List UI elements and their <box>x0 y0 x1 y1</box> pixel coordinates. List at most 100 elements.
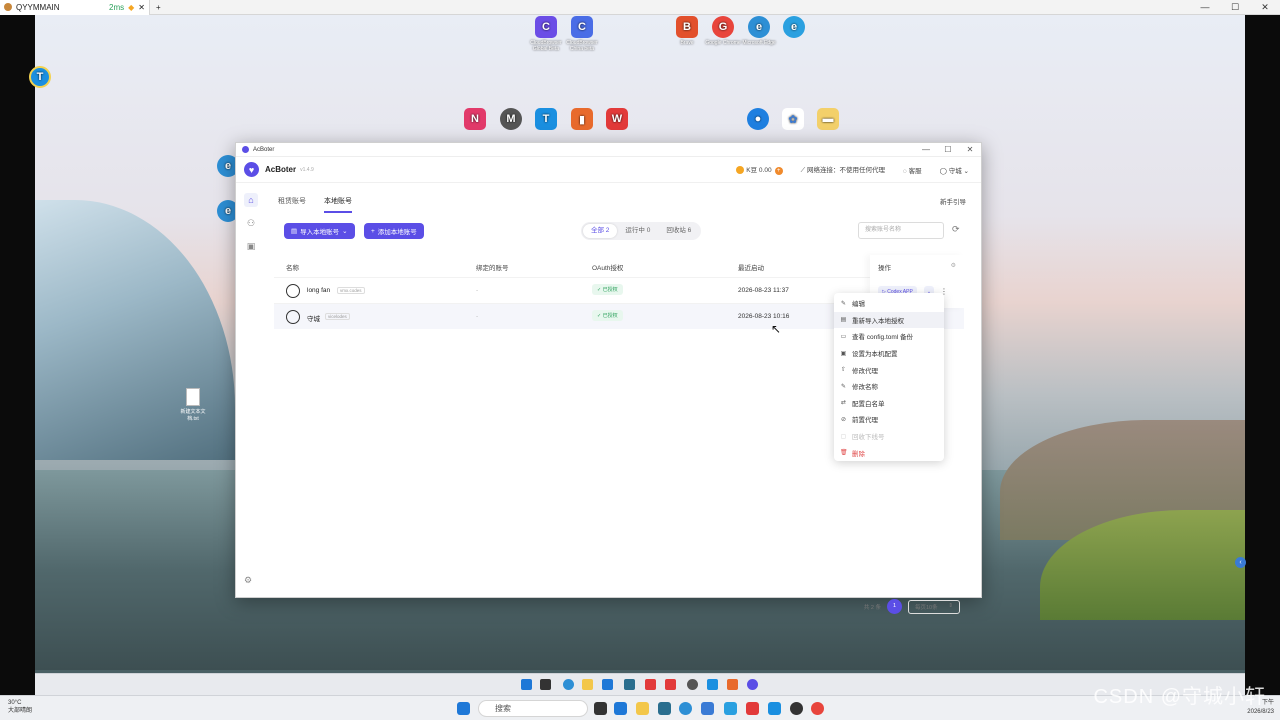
menu-item-edit-proxy[interactable]: ⇧ 修改代理 <box>834 361 944 378</box>
column-settings-icon[interactable]: ⚙ <box>951 262 956 269</box>
menu-item-delete[interactable]: 🗑 删除 <box>834 444 944 461</box>
app-icon[interactable] <box>658 702 671 715</box>
close-icon[interactable]: ✕ <box>1250 0 1280 15</box>
page-1-button[interactable]: 1 <box>887 599 902 614</box>
todesk-icon[interactable] <box>707 679 718 690</box>
task-view-icon[interactable] <box>540 679 551 690</box>
maximize-icon[interactable]: ☐ <box>937 143 959 157</box>
service-button[interactable]: ◌ 客服 <box>903 165 922 175</box>
sidebar-users-icon[interactable]: ⚇ <box>244 216 258 230</box>
desktop-shortcut-cloudbrowser-china[interactable]: C CloudBrowser China beta <box>562 16 602 52</box>
coin-balance[interactable]: K豆 0.00 + <box>736 164 783 175</box>
filter-all[interactable]: 全部 2 <box>583 224 618 238</box>
desktop-shortcut-chrome[interactable]: G Google Chrome <box>703 16 743 46</box>
close-tab-icon[interactable]: ✕ <box>138 3 145 12</box>
menu-item-edit[interactable]: ✎ 编辑 <box>834 295 944 312</box>
settings-gear-icon[interactable]: ⚙ <box>244 575 252 586</box>
maximize-icon[interactable]: ☐ <box>1220 0 1250 15</box>
start-icon[interactable] <box>457 702 470 715</box>
desktop-shortcut-wps[interactable]: W <box>597 108 637 132</box>
file-label: 新建文本文档.txt <box>180 409 206 422</box>
weather-widget[interactable]: 30°C 大部晴朗 <box>8 699 32 715</box>
desktop-shortcut-app-4[interactable]: ✿ <box>773 108 813 132</box>
sidebar: ⌂ ⚇ ▣ ⚙ <box>236 184 266 598</box>
oauth-label: 已授权 <box>602 287 618 293</box>
mail-icon[interactable] <box>724 702 737 715</box>
acboter-icon[interactable] <box>747 679 758 690</box>
coin-icon <box>736 166 745 175</box>
taskbar-search-input[interactable]: 搜索 <box>478 700 588 717</box>
import-local-account-button[interactable]: ▤ 导入本地账号 ⌄ <box>284 223 355 239</box>
search-label: 搜索 <box>495 704 511 713</box>
store-icon[interactable] <box>701 702 714 715</box>
floating-collapse-icon[interactable]: ‹ <box>1235 557 1246 568</box>
network-status[interactable]: ⟋ 网络连接：不使用任何代理 <box>801 164 885 175</box>
remote-session-tab[interactable]: QYYMMAIN 2ms ◆ ✕ <box>0 0 150 15</box>
desktop-shortcut-cloudbrowser-global[interactable]: C CloudBrowser Global Beta <box>526 16 566 52</box>
edge-icon[interactable] <box>563 679 574 690</box>
menu-item-set-local-config[interactable]: ▣ 设置为本机配置 <box>834 345 944 362</box>
session-title: QYYMMAIN <box>16 2 60 12</box>
filter-running[interactable]: 运行中 0 <box>617 224 658 238</box>
start-icon[interactable] <box>521 679 532 690</box>
tab-local-accounts[interactable]: 本地账号 <box>324 196 352 213</box>
weather-temp: 30°C <box>8 700 22 706</box>
desktop-shortcut-app-1[interactable]: N <box>455 108 495 132</box>
close-icon[interactable]: ✕ <box>959 143 981 157</box>
folder-icon[interactable] <box>636 702 649 715</box>
minimize-icon[interactable]: — <box>915 143 937 157</box>
desktop-shortcut-brave[interactable]: B Brave <box>667 16 707 46</box>
desktop-left-edge <box>0 15 35 695</box>
desktop-shortcut-todesk-2[interactable]: T <box>526 108 566 132</box>
trash-icon: 🗑 <box>840 450 848 457</box>
desktop-shortcut-folder[interactable]: ▬ <box>808 108 848 132</box>
app-icon[interactable] <box>602 679 613 690</box>
desktop-shortcut-app-3[interactable]: ● <box>738 108 778 132</box>
refresh-icon[interactable]: ⟳ <box>952 224 960 235</box>
app-icon[interactable] <box>727 679 738 690</box>
desktop-shortcut-moonlight[interactable]: M <box>491 108 531 132</box>
task-view-icon[interactable] <box>594 702 607 715</box>
tab-rental-accounts[interactable]: 租赁账号 <box>278 196 306 213</box>
app-header: ♥ AcBoter v1.4.9 K豆 0.00 + ⟋ 网络连接：不使用任何代理… <box>236 157 981 183</box>
edge-icon[interactable] <box>679 702 692 715</box>
wps-icon[interactable] <box>746 702 759 715</box>
sidebar-box-icon[interactable]: ▣ <box>244 239 258 253</box>
menu-item-reimport-auth[interactable]: ▤ 重新导入本地授权 <box>834 311 944 329</box>
user-menu[interactable]: ◯ 守城 ⌄ <box>940 165 969 175</box>
menu-label: 修改名称 <box>852 384 878 392</box>
minimize-icon[interactable]: — <box>1190 0 1220 15</box>
menu-item-whitelist[interactable]: ⇄ 配置白名单 <box>834 395 944 412</box>
shortcut-label: Google Chrome <box>705 40 741 46</box>
desktop-shortcut-app-2[interactable]: ▮ <box>562 108 602 132</box>
network-label: 网络连接：不使用任何代理 <box>806 167 885 174</box>
add-local-account-button[interactable]: + 添加本地账号 <box>364 223 424 239</box>
row-action-menu: ✎ 编辑 ▤ 重新导入本地授权 ▭ 查看 config.toml 备份 ▣ 设置为本机配… <box>834 293 944 461</box>
folder-icon[interactable] <box>582 679 593 690</box>
moonlight-icon[interactable] <box>687 679 698 690</box>
beginner-guide-link[interactable]: 新手引导 <box>940 196 966 206</box>
account-search-input[interactable]: 搜索账号名称 <box>858 222 944 239</box>
recharge-icon[interactable]: + <box>774 167 783 175</box>
filter-recycle[interactable]: 回收站 6 <box>658 224 699 238</box>
menu-item-pre-proxy[interactable]: ⊘ 前置代理 <box>834 411 944 428</box>
app-icon[interactable] <box>624 679 635 690</box>
page-size-select[interactable]: 每页10条 ⇕ <box>908 599 960 614</box>
menu-label: 配置白名单 <box>852 400 885 408</box>
app-icon[interactable] <box>645 679 656 690</box>
menu-item-view-config-backup[interactable]: ▭ 查看 config.toml 备份 <box>834 328 944 345</box>
app-icon[interactable] <box>790 702 803 715</box>
app-icon[interactable] <box>614 702 627 715</box>
desktop-shortcut-edge[interactable]: e Microsoft Edge <box>739 16 779 46</box>
new-tab-icon[interactable]: + <box>150 3 167 12</box>
sidebar-home-icon[interactable]: ⌂ <box>244 193 258 207</box>
wps-icon[interactable] <box>665 679 676 690</box>
headset-icon: ◌ <box>902 167 907 175</box>
desktop-shortcut-edge-2[interactable]: e <box>774 16 814 40</box>
moonlight-icon: M <box>500 108 522 130</box>
chrome-icon[interactable] <box>811 702 824 715</box>
desktop-shortcut-todesk[interactable]: T <box>20 66 60 90</box>
desktop-text-file[interactable]: 新建文本文档.txt <box>178 388 208 422</box>
todesk-icon[interactable] <box>768 702 781 715</box>
menu-item-rename[interactable]: ✎ 修改名称 <box>834 378 944 395</box>
